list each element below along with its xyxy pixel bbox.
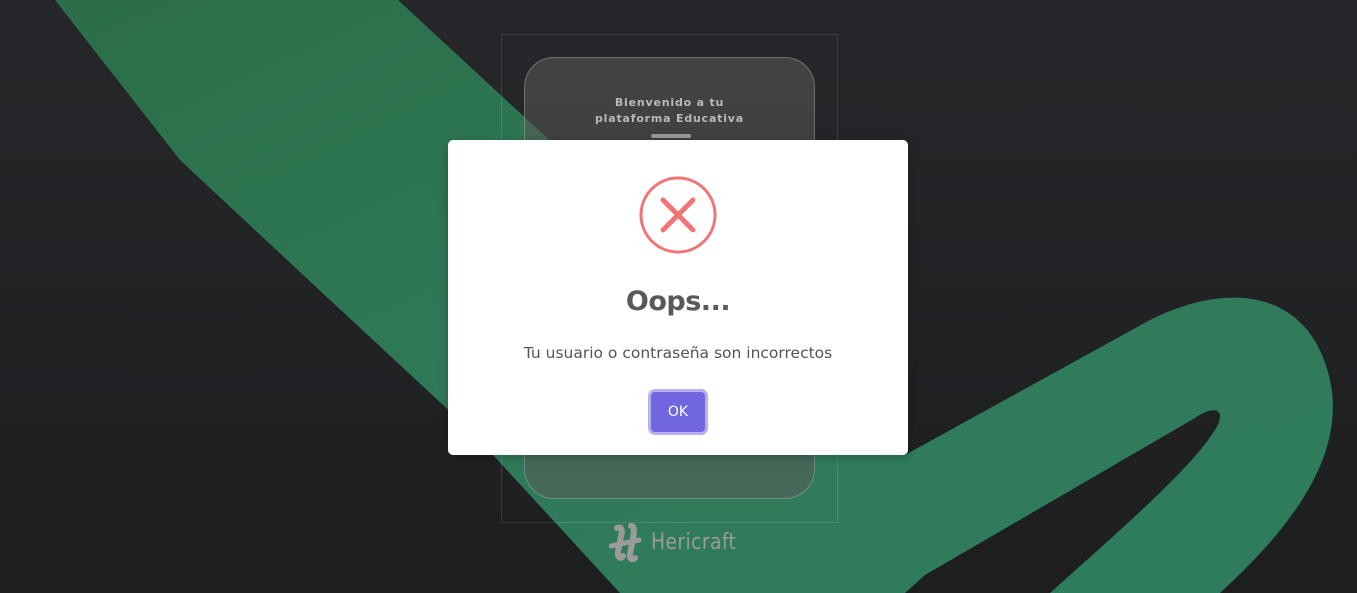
error-x-icon	[639, 176, 717, 254]
alert-message: Tu usuario o contraseña son incorrectos	[523, 344, 833, 362]
alert-title: Oops...	[625, 286, 731, 317]
error-alert-dialog: Oops... Tu usuario o contraseña son inco…	[448, 140, 908, 455]
login-page: Bienvenido a tu plataforma Educativa Her…	[0, 0, 1357, 593]
ok-button[interactable]: OK	[651, 392, 705, 432]
